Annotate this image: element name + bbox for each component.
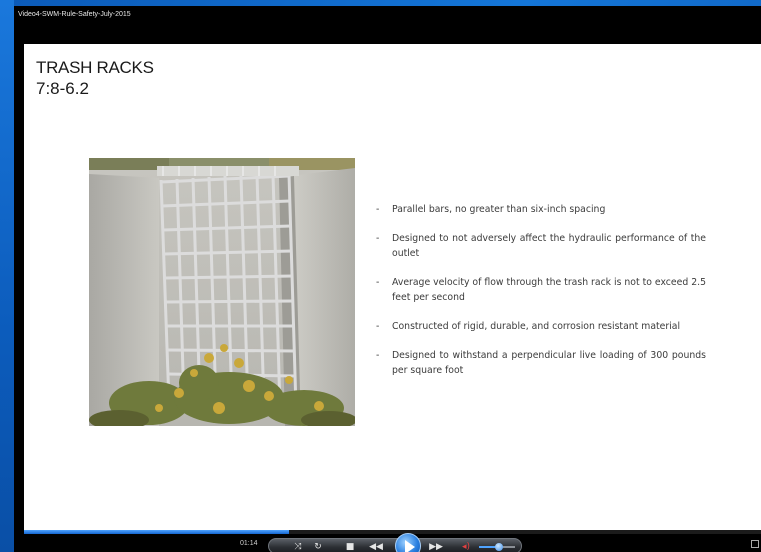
bullet-item: - Constructed of rigid, durable, and cor… <box>376 319 706 334</box>
slide-canvas: TRASH RACKS 7:8-6.2 - Parallel bars, no … <box>24 44 761 530</box>
play-triangle <box>405 540 415 552</box>
slide-subtitle: 7:8-6.2 <box>36 79 89 98</box>
bullet-item: - Designed to not adversely affect the h… <box>376 231 706 261</box>
desktop-background <box>0 0 14 552</box>
bullet-dash: - <box>376 204 380 215</box>
bullet-item: - Parallel bars, no greater than six-inc… <box>376 202 706 217</box>
next-icon[interactable]: ▶▶ <box>429 541 443 552</box>
shuffle-icon[interactable]: ⤨ <box>291 541 305 552</box>
stop-icon[interactable]: ■ <box>343 541 357 552</box>
bullet-dash: - <box>376 233 380 244</box>
media-player-window: Video4-SWM-Rule-Safety-July-2015 TRASH R… <box>14 6 761 552</box>
bullet-item: - Average velocity of flow through the t… <box>376 275 706 305</box>
trash-rack-photo <box>89 158 355 426</box>
speaker-icon[interactable]: ◂) <box>459 541 473 552</box>
bullet-text: Parallel bars, no greater than six-inch … <box>392 204 606 215</box>
bullet-item: - Designed to withstand a perpendicular … <box>376 348 706 378</box>
bullet-dash: - <box>376 321 380 332</box>
repeat-icon[interactable]: ↻ <box>311 541 325 552</box>
play-icon[interactable] <box>395 533 421 552</box>
bullet-dash: - <box>376 350 380 361</box>
player-controls: 01:14 ⤨ ↻ ■ ◀◀ ▶▶ ◂) <box>14 533 761 552</box>
window-titlebar[interactable]: Video4-SWM-Rule-Safety-July-2015 <box>14 6 761 24</box>
previous-icon[interactable]: ◀◀ <box>369 541 383 552</box>
bullet-list: - Parallel bars, no greater than six-inc… <box>376 202 706 392</box>
slide-title: TRASH RACKS <box>36 58 154 77</box>
bullet-dash: - <box>376 277 380 288</box>
elapsed-time: 01:14 <box>240 540 258 547</box>
seek-bar-progress <box>24 530 290 534</box>
transport-controls: ⤨ ↻ ■ ◀◀ ▶▶ ◂) <box>268 533 522 552</box>
bullet-text: Average velocity of flow through the tra… <box>392 277 706 303</box>
seek-bar[interactable] <box>24 530 761 534</box>
bullet-text: Designed to not adversely affect the hyd… <box>392 233 706 259</box>
fullscreen-icon[interactable] <box>751 540 759 548</box>
volume-slider[interactable] <box>479 543 515 551</box>
bullet-text: Designed to withstand a perpendicular li… <box>392 350 706 376</box>
volume-knob[interactable] <box>494 543 503 551</box>
window-title: Video4-SWM-Rule-Safety-July-2015 <box>18 11 131 18</box>
bullet-text: Constructed of rigid, durable, and corro… <box>392 321 681 332</box>
